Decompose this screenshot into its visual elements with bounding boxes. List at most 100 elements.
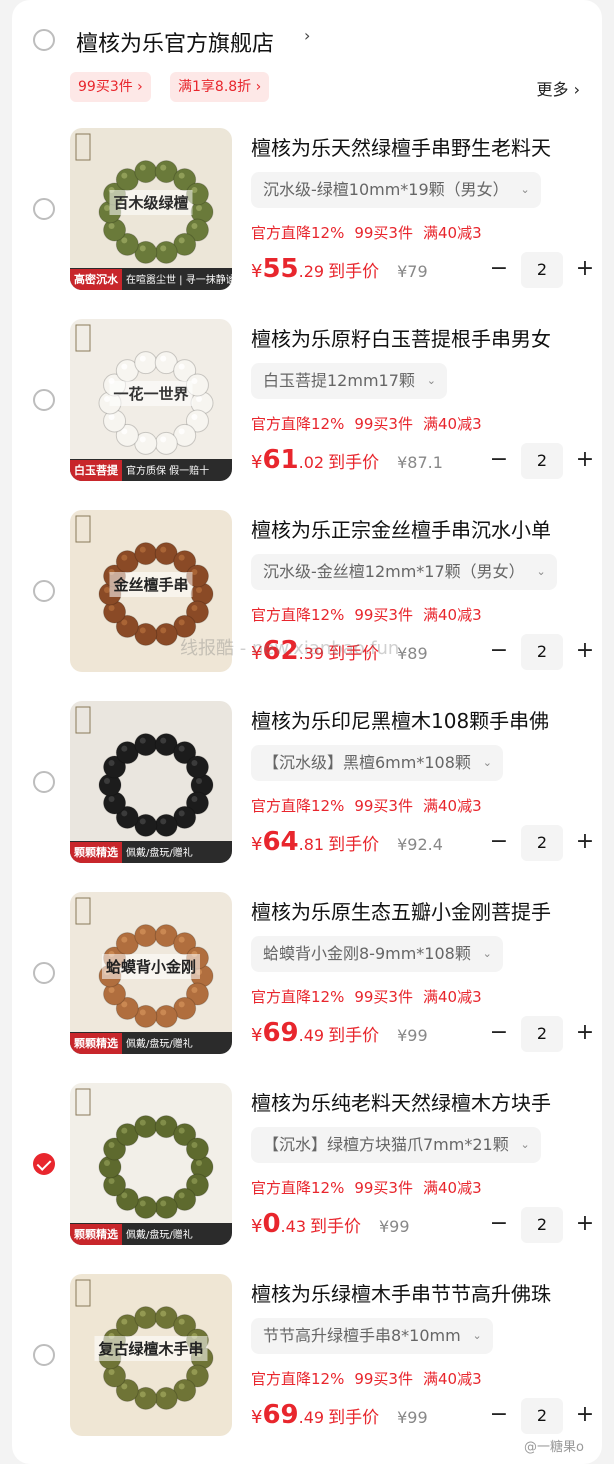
- promo-label: 官方直降12%: [251, 988, 345, 1006]
- more-promos-link[interactable]: 更多 ›: [537, 76, 581, 100]
- promo-label: 官方直降12%: [251, 797, 345, 815]
- promo-label: 99买3件: [354, 988, 413, 1006]
- product-spec-selector[interactable]: 沉水级-金丝檀12mm*17颗（男女） ⌄: [251, 554, 557, 590]
- product-promos: 官方直降12% 99买3件 满40减3: [251, 222, 492, 243]
- price-suffix: 到手价: [328, 1026, 380, 1046]
- item-select-radio[interactable]: [33, 1153, 55, 1175]
- original-price: ¥92.4: [397, 835, 443, 854]
- item-select-radio[interactable]: [33, 962, 55, 984]
- decrease-button[interactable]: −: [487, 1400, 511, 1430]
- promo-tag-discount[interactable]: 满1享8.8折 ›: [170, 72, 270, 102]
- price-integer: 55: [262, 254, 299, 284]
- cart-item: 颗颗精选 佩戴/盘玩/赠礼 檀核为乐纯老料天然绿檀木方块手 【沉水】绿檀方块猫爪7mm…: [12, 1083, 602, 1253]
- increase-button[interactable]: +: [573, 1018, 597, 1048]
- price-suffix: 到手价: [328, 453, 380, 473]
- decrease-button[interactable]: −: [487, 827, 511, 857]
- product-title[interactable]: 檀核为乐纯老料天然绿檀木方块手: [251, 1087, 591, 1116]
- quantity-input[interactable]: 2: [521, 1016, 563, 1052]
- product-spec-text: 沉水级-绿檀10mm*19颗（男女）: [263, 180, 509, 199]
- quantity-input[interactable]: 2: [521, 825, 563, 861]
- store-select-radio[interactable]: [33, 29, 55, 51]
- product-spec-selector[interactable]: 蛤蟆背小金刚8-9mm*108颗 ⌄: [251, 936, 503, 972]
- product-spec-text: 节节高升绿檀手串8*10mm: [263, 1326, 461, 1345]
- promo-label: 满40减3: [422, 224, 482, 242]
- product-image-banner: 高密沉水在喧嚣尘世 | 寻一抹静谧绿檀: [70, 268, 232, 290]
- promo-label: 满40减3: [422, 988, 482, 1006]
- increase-button[interactable]: +: [573, 1209, 597, 1239]
- final-price: ¥55.29 到手价: [251, 254, 379, 284]
- original-price: ¥99: [397, 1408, 428, 1427]
- quantity-stepper: −2 +: [487, 825, 597, 861]
- price-currency: ¥: [251, 834, 263, 855]
- increase-button[interactable]: +: [573, 445, 597, 475]
- product-title[interactable]: 檀核为乐天然绿檀手串野生老料天: [251, 132, 591, 161]
- banner-left-text: 高密沉水: [70, 269, 122, 290]
- product-image[interactable]: [70, 701, 232, 863]
- product-image-label: 复古绿檀木手串: [94, 1336, 208, 1361]
- promo-label: 满40减3: [422, 1179, 482, 1197]
- price-suffix: 到手价: [328, 835, 380, 855]
- promo-label: 99买3件: [354, 797, 413, 815]
- banner-right-text: 佩戴/盘玩/赠礼: [126, 1230, 193, 1241]
- item-select-radio[interactable]: [33, 580, 55, 602]
- product-spec-text: 【沉水级】黑檀6mm*108颗: [263, 753, 471, 772]
- original-price: ¥87.1: [397, 453, 443, 472]
- product-spec-selector[interactable]: 【沉水级】黑檀6mm*108颗 ⌄: [251, 745, 503, 781]
- decrease-button[interactable]: −: [487, 445, 511, 475]
- product-spec-text: 【沉水】绿檀方块猫爪7mm*21颗: [263, 1135, 509, 1154]
- price-decimal: .49: [298, 1408, 325, 1427]
- promo-tag-buy3[interactable]: 99买3件 ›: [70, 72, 151, 102]
- price-currency: ¥: [251, 261, 263, 282]
- product-spec-selector[interactable]: 沉水级-绿檀10mm*19颗（男女） ⌄: [251, 172, 541, 208]
- increase-button[interactable]: +: [573, 636, 597, 666]
- product-promos: 官方直降12% 99买3件 满40减3: [251, 604, 492, 625]
- store-header[interactable]: 檀核为乐官方旗舰店 ›: [12, 20, 602, 64]
- product-image-banner: 颗颗精选 佩戴/盘玩/赠礼: [70, 1032, 232, 1054]
- store-promo-row: 99买3件 › 满1享8.8折 › 更多 ›: [12, 72, 602, 102]
- product-spec-selector[interactable]: 节节高升绿檀手串8*10mm ⌄: [251, 1318, 493, 1354]
- price-currency: ¥: [251, 1025, 263, 1046]
- decrease-button[interactable]: −: [487, 254, 511, 284]
- increase-button[interactable]: +: [573, 254, 597, 284]
- product-image-label: 百木级绿檀: [109, 190, 193, 215]
- price-integer: 69: [262, 1400, 299, 1430]
- product-spec-text: 白玉菩提12mm17颗: [263, 371, 415, 390]
- product-spec-selector[interactable]: 【沉水】绿檀方块猫爪7mm*21颗 ⌄: [251, 1127, 541, 1163]
- decrease-button[interactable]: −: [487, 636, 511, 666]
- quantity-input[interactable]: 2: [521, 252, 563, 288]
- product-spec-selector[interactable]: 白玉菩提12mm17颗 ⌄: [251, 363, 447, 399]
- banner-right-text: 佩戴/盘玩/赠礼: [126, 848, 193, 859]
- price-integer: 61: [262, 445, 299, 475]
- quantity-input[interactable]: 2: [521, 443, 563, 479]
- decrease-button[interactable]: −: [487, 1018, 511, 1048]
- final-price: ¥61.02 到手价: [251, 445, 379, 475]
- item-select-radio[interactable]: [33, 389, 55, 411]
- store-name[interactable]: 檀核为乐官方旗舰店: [76, 26, 274, 58]
- product-title[interactable]: 檀核为乐绿檀木手串节节高升佛珠: [251, 1278, 591, 1307]
- price-suffix: 到手价: [328, 262, 380, 282]
- price-decimal: .43: [280, 1217, 306, 1236]
- item-select-radio[interactable]: [33, 1344, 55, 1366]
- item-select-radio[interactable]: [33, 198, 55, 220]
- product-title[interactable]: 檀核为乐印尼黑檀木108颗手串佛: [251, 705, 591, 734]
- quantity-input[interactable]: 2: [521, 1398, 563, 1434]
- price-row: ¥64.81 到手价 ¥92.4: [251, 827, 443, 863]
- quantity-stepper: −2 +: [487, 1398, 597, 1434]
- increase-button[interactable]: +: [573, 1400, 597, 1430]
- product-image-label: 一花一世界: [109, 381, 193, 406]
- final-price: ¥69.49 到手价: [251, 1018, 379, 1048]
- product-image[interactable]: [70, 1083, 232, 1245]
- product-promos: 官方直降12% 99买3件 满40减3: [251, 986, 492, 1007]
- quantity-input[interactable]: 2: [521, 634, 563, 670]
- product-title[interactable]: 檀核为乐原生态五瓣小金刚菩提手: [251, 896, 591, 925]
- product-title[interactable]: 檀核为乐正宗金丝檀手串沉水小单: [251, 514, 591, 543]
- increase-button[interactable]: +: [573, 827, 597, 857]
- chevron-down-icon: ⌄: [520, 1138, 530, 1151]
- item-select-radio[interactable]: [33, 771, 55, 793]
- product-title[interactable]: 檀核为乐原籽白玉菩提根手串男女: [251, 323, 591, 352]
- promo-label: 满40减3: [422, 415, 482, 433]
- quantity-input[interactable]: 2: [521, 1207, 563, 1243]
- promo-label: 99买3件: [354, 1370, 413, 1388]
- decrease-button[interactable]: −: [487, 1209, 511, 1239]
- product-spec-text: 蛤蟆背小金刚8-9mm*108颗: [263, 944, 471, 963]
